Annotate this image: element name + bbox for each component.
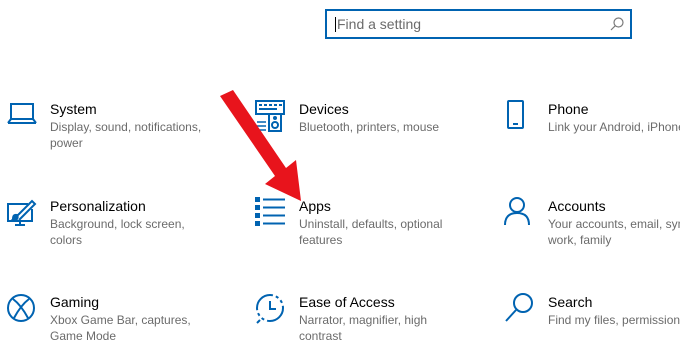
tile-title: Gaming <box>50 294 100 310</box>
tile-system[interactable]: System Display, sound, notifications, po… <box>6 100 226 160</box>
apps-list-icon <box>255 197 291 233</box>
person-icon <box>504 197 540 233</box>
tile-description: Bluetooth, printers, mouse <box>299 120 440 134</box>
tile-devices[interactable]: Devices Bluetooth, printers, mouse <box>255 100 475 160</box>
tile-description: Display, sound, notifications, power <box>50 120 202 150</box>
tile-phone[interactable]: Phone Link your Android, iPhone <box>504 100 680 160</box>
settings-search-box[interactable] <box>325 9 632 39</box>
search-input[interactable] <box>337 14 607 34</box>
phone-icon <box>504 100 540 136</box>
tile-description: Link your Android, iPhone <box>548 120 680 134</box>
tile-description: Uninstall, defaults, optional features <box>299 217 443 247</box>
tile-description: Find my files, permissions <box>548 313 680 327</box>
keyboard-speaker-icon <box>255 100 291 136</box>
tile-title: Accounts <box>548 198 606 214</box>
tile-title: Personalization <box>50 198 146 214</box>
tile-description: Your accounts, email, sync, work, family <box>548 217 680 247</box>
paint-brush-icon <box>6 197 42 233</box>
tile-title: Apps <box>299 198 331 214</box>
tile-search[interactable]: Search Find my files, permissions <box>504 293 680 353</box>
tile-description: Narrator, magnifier, high contrast <box>299 313 428 343</box>
tile-apps[interactable]: Apps Uninstall, defaults, optional featu… <box>255 197 475 257</box>
search-icon[interactable] <box>609 16 625 37</box>
tile-title: Search <box>548 294 593 310</box>
tile-description: Xbox Game Bar, captures, Game Mode <box>50 313 191 343</box>
tile-personalization[interactable]: Personalization Background, lock screen,… <box>6 197 226 257</box>
tile-gaming[interactable]: Gaming Xbox Game Bar, captures, Game Mod… <box>6 293 226 353</box>
tile-description: Background, lock screen, colors <box>50 217 185 247</box>
text-caret <box>335 17 336 32</box>
tile-title: Devices <box>299 101 349 117</box>
laptop-icon <box>6 100 42 136</box>
xbox-icon <box>6 293 42 329</box>
tile-accounts[interactable]: Accounts Your accounts, email, sync, wor… <box>504 197 680 257</box>
ease-of-access-icon <box>255 293 291 329</box>
search-icon <box>504 293 540 329</box>
tile-title: System <box>50 101 97 117</box>
tile-ease-of-access[interactable]: Ease of Access Narrator, magnifier, high… <box>255 293 475 353</box>
tile-title: Phone <box>548 101 589 117</box>
tile-title: Ease of Access <box>299 294 395 310</box>
